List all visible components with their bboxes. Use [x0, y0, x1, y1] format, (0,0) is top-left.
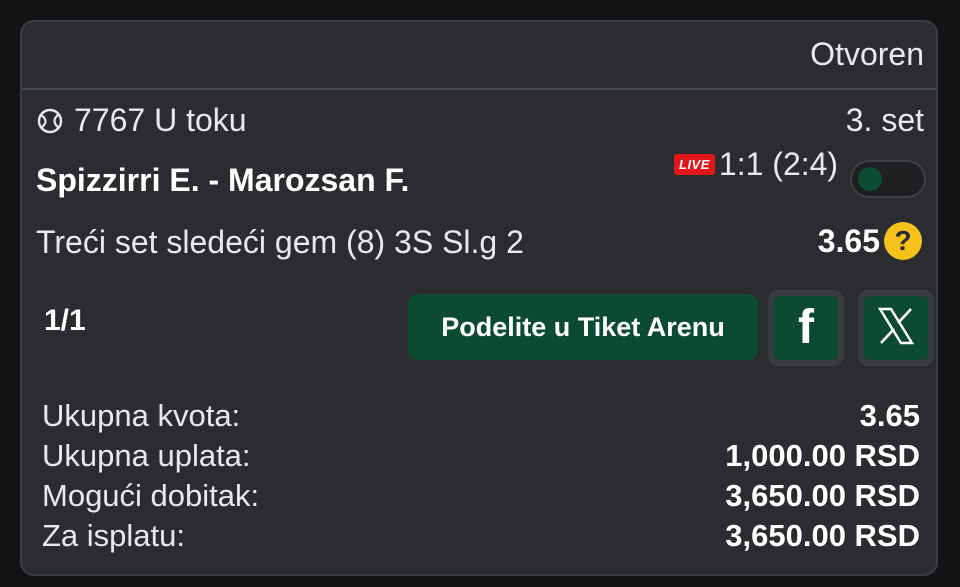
summary-label: Ukupna kvota: [42, 398, 241, 433]
ticket-status: Otvoren [810, 36, 924, 72]
facebook-share-button[interactable]: f [768, 290, 844, 366]
live-badge: LIVE [674, 154, 715, 175]
tennis-ball-icon [36, 107, 64, 135]
odd-row: 3.65 ? [818, 222, 922, 260]
toggle-knob [858, 167, 882, 191]
ticket-status-row: Otvoren [22, 22, 936, 88]
x-share-button[interactable] [858, 290, 934, 366]
summary-label: Mogući dobitak: [42, 478, 260, 513]
odd-value: 3.65 [817, 222, 880, 259]
ticket-count: 1/1 [44, 304, 86, 337]
market-text: Treći set sledeći gem (8) 3S Sl.g 2 [36, 224, 524, 260]
summary-label: Ukupna uplata: [42, 438, 251, 473]
summary-row-possible-win: Mogući dobitak: 3,650.00 RSD [42, 476, 920, 516]
facebook-icon: f [798, 301, 814, 354]
summary-value: 1,000.00 RSD [725, 438, 920, 473]
match-name[interactable]: Spizzirri E. - Marozsan F. [36, 162, 409, 199]
summary-row-total-stake: Ukupna uplata: 1,000.00 RSD [42, 436, 920, 476]
facebook-icon-bg: f [774, 296, 838, 360]
score-text: 1:1 (2:4) [718, 146, 839, 182]
x-icon-bg [864, 296, 928, 360]
help-icon[interactable]: ? [884, 222, 922, 260]
summary-row-payout: Za isplatu: 3,650.00 RSD [42, 516, 920, 556]
live-score: LIVE 1:1 (2:4) [674, 146, 838, 183]
event-id-row: 7767 U toku [36, 102, 247, 139]
ticket-summary: Ukupna kvota: 3.65 Ukupna uplata: 1,000.… [42, 396, 920, 556]
summary-value: 3,650.00 RSD [725, 518, 920, 553]
ticket-card: Otvoren 7767 U toku 3. set Spizzirri E. … [20, 20, 938, 576]
set-label: 3. set [845, 102, 924, 138]
summary-value: 3,650.00 RSD [725, 478, 920, 513]
summary-value: 3.65 [859, 398, 920, 433]
live-toggle[interactable] [850, 160, 926, 198]
divider [22, 88, 936, 90]
event-id-text: 7767 U toku [74, 102, 247, 138]
x-twitter-icon [874, 304, 918, 353]
summary-label: Za isplatu: [42, 518, 186, 553]
summary-row-total-odd: Ukupna kvota: 3.65 [42, 396, 920, 436]
share-tiket-arena-button[interactable]: Podelite u Tiket Arenu [408, 294, 758, 360]
